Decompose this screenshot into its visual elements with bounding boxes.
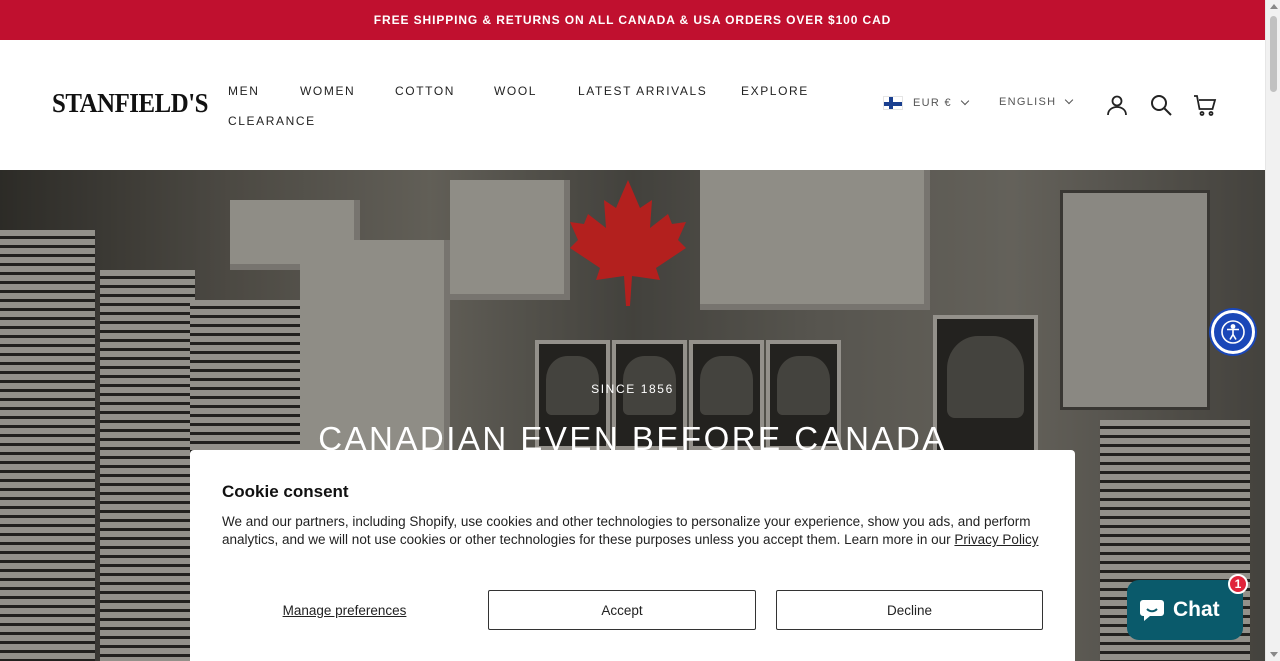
language-selector[interactable]: ENGLISH [999,95,1074,108]
cookie-body-text: We and our partners, including Shopify, … [222,514,1031,547]
nav-item-men[interactable]: MEN [228,84,259,98]
site-header: STANFIELD'S MEN WOMEN COTTON WOOL LATEST… [0,40,1265,170]
hero-eyebrow: SINCE 1856 [591,382,674,396]
search-icon[interactable] [1149,93,1173,117]
nav-item-cotton[interactable]: COTTON [395,84,455,98]
scroll-up-arrow-icon[interactable] [1270,4,1278,9]
finland-flag-icon [883,96,903,110]
cookie-actions: Manage preferences Accept Decline [222,590,1043,630]
account-icon[interactable] [1105,93,1129,117]
accessibility-icon [1221,320,1245,344]
scroll-down-arrow-icon[interactable] [1270,652,1278,657]
currency-selector[interactable]: EUR € [883,96,970,110]
cart-icon[interactable] [1193,93,1217,117]
chat-bubble-icon [1140,600,1164,621]
maple-leaf-icon [570,180,686,306]
nav-item-women[interactable]: WOMEN [300,84,355,98]
chevron-down-icon [1065,95,1074,105]
language-label: ENGLISH [999,96,1057,108]
nav-item-explore[interactable]: EXPLORE [741,84,809,98]
cookie-body: We and our partners, including Shopify, … [222,513,1042,549]
announcement-bar: FREE SHIPPING & RETURNS ON ALL CANADA & … [0,0,1265,40]
scrollbar-thumb[interactable] [1270,16,1277,92]
chat-label: Chat [1173,598,1220,621]
accessibility-button[interactable] [1211,310,1255,354]
privacy-policy-link[interactable]: Privacy Policy [954,532,1038,547]
page-scrollbar[interactable] [1265,0,1280,661]
nav-item-clearance[interactable]: CLEARANCE [228,114,316,128]
nav-item-wool[interactable]: WOOL [494,84,537,98]
manage-preferences-link[interactable]: Manage preferences [222,590,467,630]
chat-notification-badge: 1 [1228,574,1248,594]
cookie-consent-dialog: Cookie consent We and our partners, incl… [190,450,1075,661]
chat-button[interactable]: Chat [1127,580,1243,640]
brand-logo[interactable]: STANFIELD'S [52,88,208,119]
chevron-down-icon [960,96,970,106]
cookie-title: Cookie consent [222,482,349,501]
announcement-text: FREE SHIPPING & RETURNS ON ALL CANADA & … [373,13,892,27]
accept-button[interactable]: Accept [488,590,756,630]
decline-button[interactable]: Decline [776,590,1043,630]
currency-label: EUR € [913,97,952,109]
nav-item-latest-arrivals[interactable]: LATEST ARRIVALS [578,84,707,98]
